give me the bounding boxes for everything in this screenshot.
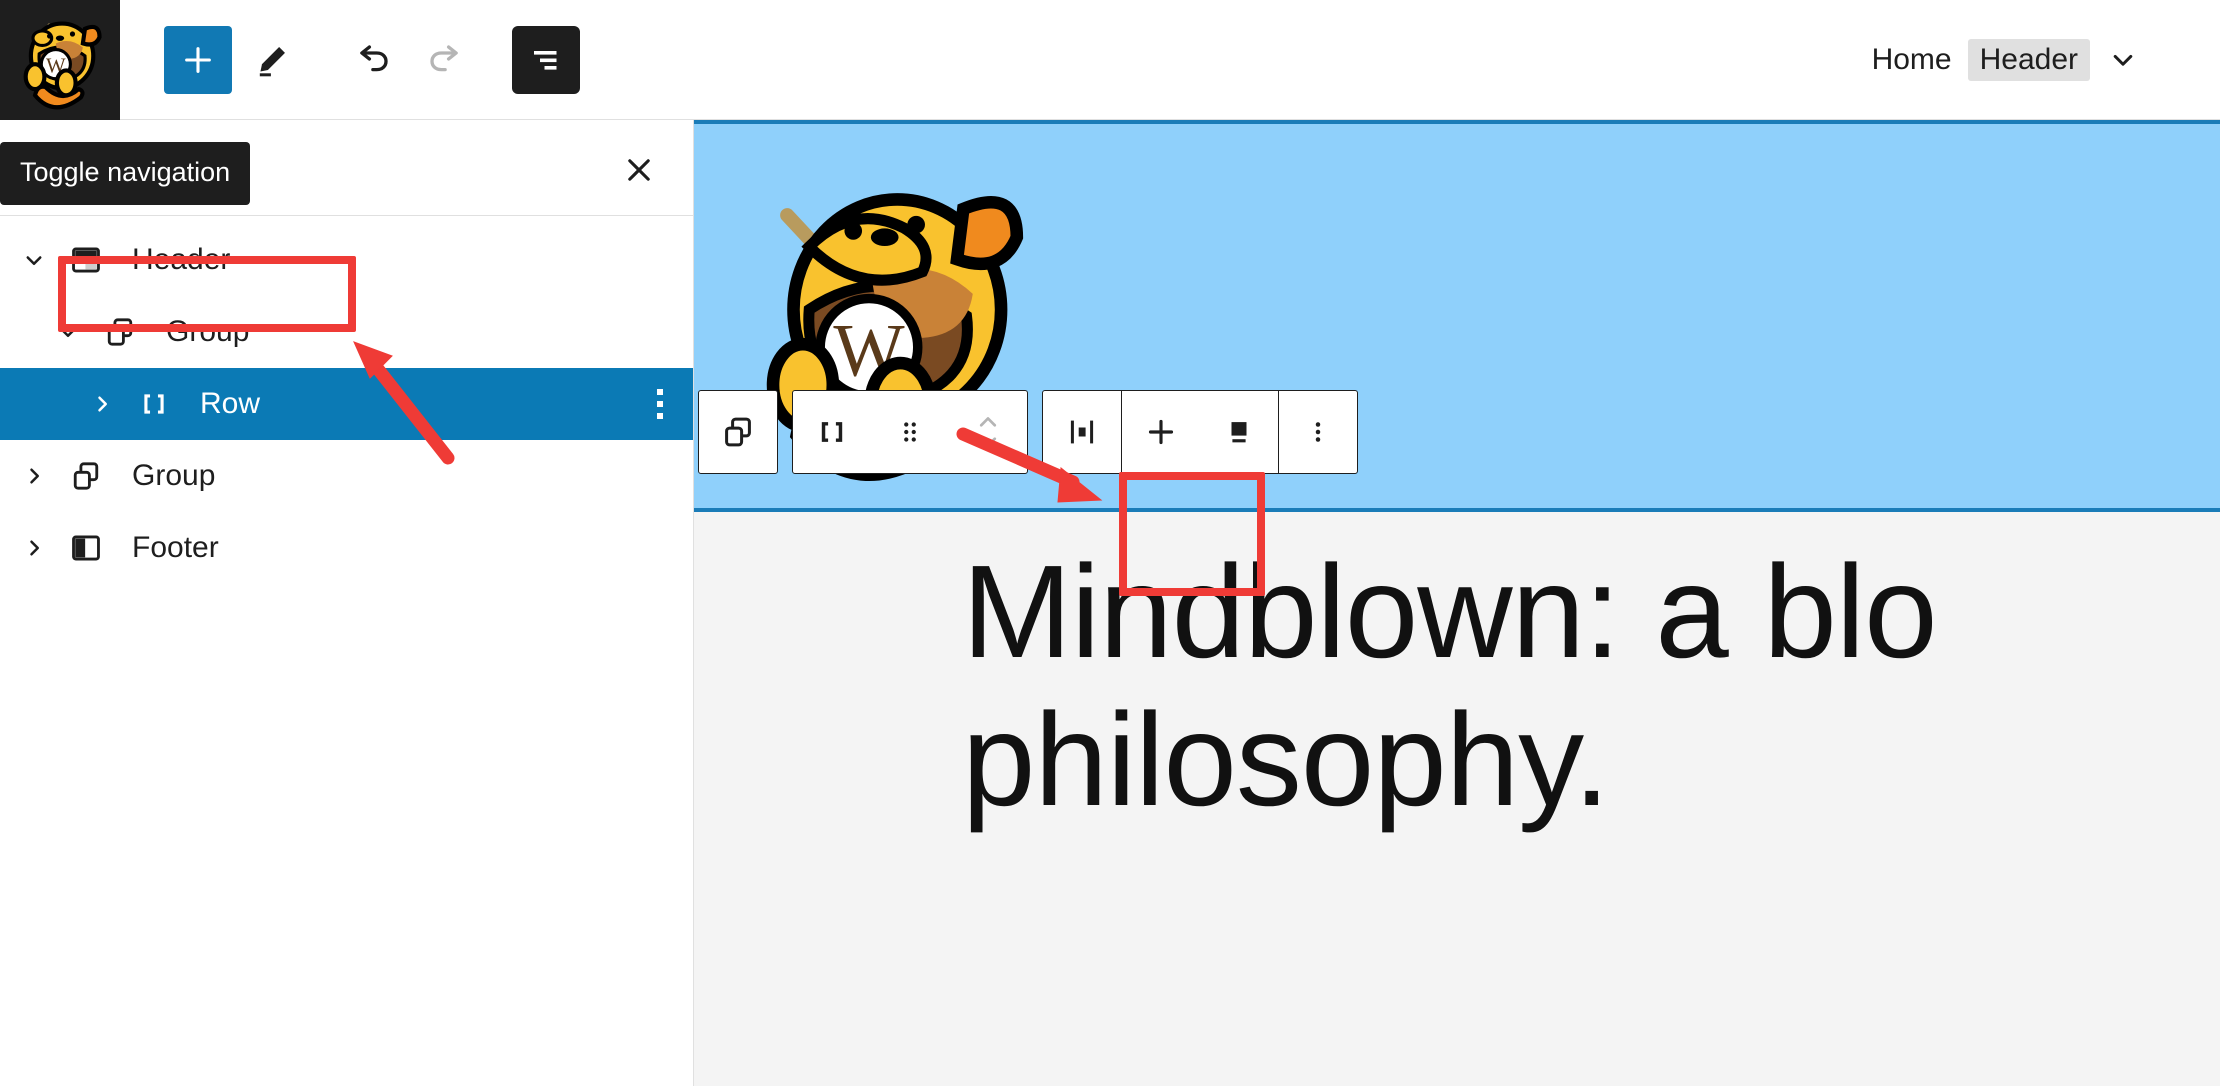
undo-button[interactable]: [338, 26, 406, 94]
block-toolbar: [698, 390, 1358, 474]
redo-button[interactable]: [412, 26, 480, 94]
row-block-icon: [130, 387, 178, 421]
justify-center-icon: [1070, 420, 1094, 444]
chevron-right-icon: [30, 540, 39, 556]
wapuu-site-icon: W: [23, 21, 102, 109]
block-movers-group: [792, 390, 1028, 474]
list-item-options-button[interactable]: [657, 389, 663, 419]
chevron-down-icon: [60, 328, 76, 337]
chevron-right-icon: [30, 468, 39, 484]
expand-toggle-footer[interactable]: [6, 533, 62, 563]
close-list-view-button[interactable]: [613, 144, 665, 196]
chevron-down-icon: [2113, 54, 2133, 66]
block-position-icon: [1231, 422, 1247, 443]
expand-toggle-group[interactable]: [6, 461, 62, 491]
list-item-label: Row: [200, 387, 261, 420]
top-bar-tools: [120, 25, 580, 94]
expand-toggle-group-nested[interactable]: [40, 317, 96, 347]
list-item-group[interactable]: Group: [0, 440, 693, 512]
edit-tools-button[interactable]: [238, 26, 306, 94]
plus-icon: [185, 46, 211, 73]
chevron-right-icon: [98, 396, 107, 412]
list-item-label: Group: [132, 459, 216, 492]
plus-icon: [1148, 419, 1174, 445]
expand-toggle-header[interactable]: [6, 245, 62, 275]
move-arrows-icon: [979, 417, 997, 447]
add-inner-block-button[interactable]: [1122, 391, 1200, 473]
group-block-icon: [725, 417, 751, 447]
undo-icon: [360, 44, 388, 71]
editor-canvas: W Mindblown: a blo philosophy.: [694, 120, 2220, 1086]
ellipsis-vertical-icon: [1315, 422, 1321, 442]
move-updown-button[interactable]: [949, 391, 1027, 473]
more-options-button[interactable]: [1279, 391, 1357, 473]
block-list-tree: Header Group Row Group Footer: [0, 216, 693, 584]
drag-dots-icon: [904, 422, 916, 442]
block-settings-group: [1042, 390, 1358, 474]
list-view-panel: Toggle navigation Header Group Row Group…: [0, 120, 694, 1086]
list-item-label: Footer: [132, 531, 219, 564]
breadcrumb[interactable]: Home Header: [1872, 38, 2140, 81]
breadcrumb-current[interactable]: Header: [1967, 38, 2090, 81]
footer-block-icon: [62, 531, 110, 565]
list-view-button[interactable]: [512, 25, 580, 94]
justify-items-button[interactable]: [1043, 391, 1121, 473]
close-icon: [628, 159, 650, 181]
site-icon-button[interactable]: W: [0, 0, 120, 120]
drag-handle[interactable]: [871, 391, 949, 473]
list-item-row[interactable]: Row: [0, 368, 693, 440]
toggle-navigation-tooltip: Toggle navigation: [0, 142, 251, 205]
group-block-icon: [96, 315, 144, 349]
breadcrumb-home[interactable]: Home: [1872, 43, 1952, 77]
breadcrumb-dropdown-button[interactable]: [2106, 43, 2140, 77]
expand-toggle-row[interactable]: [74, 389, 130, 419]
add-block-button[interactable]: [164, 25, 232, 94]
pencil-icon: [259, 46, 285, 76]
list-item-group-nested[interactable]: Group: [0, 296, 693, 368]
group-block-icon: [62, 459, 110, 493]
chevron-down-icon: [26, 256, 42, 265]
block-type-switcher: [698, 390, 778, 474]
redo-icon: [430, 44, 458, 71]
editor-top-bar: W Home Header: [0, 0, 2220, 120]
list-item-label: Header: [132, 243, 231, 276]
header-block-icon: [62, 243, 110, 277]
parent-row-button[interactable]: [793, 391, 871, 473]
block-position-button[interactable]: [1200, 391, 1278, 473]
list-item-header[interactable]: Header: [0, 224, 693, 296]
post-title-line-1[interactable]: Mindblown: a blo: [694, 512, 2220, 686]
list-item-label: Group: [166, 315, 250, 348]
list-view-icon: [534, 50, 557, 70]
row-block-icon: [821, 422, 843, 442]
list-item-footer[interactable]: Footer: [0, 512, 693, 584]
block-type-group-button[interactable]: [699, 391, 777, 473]
post-title-line-2[interactable]: philosophy.: [694, 686, 2220, 834]
